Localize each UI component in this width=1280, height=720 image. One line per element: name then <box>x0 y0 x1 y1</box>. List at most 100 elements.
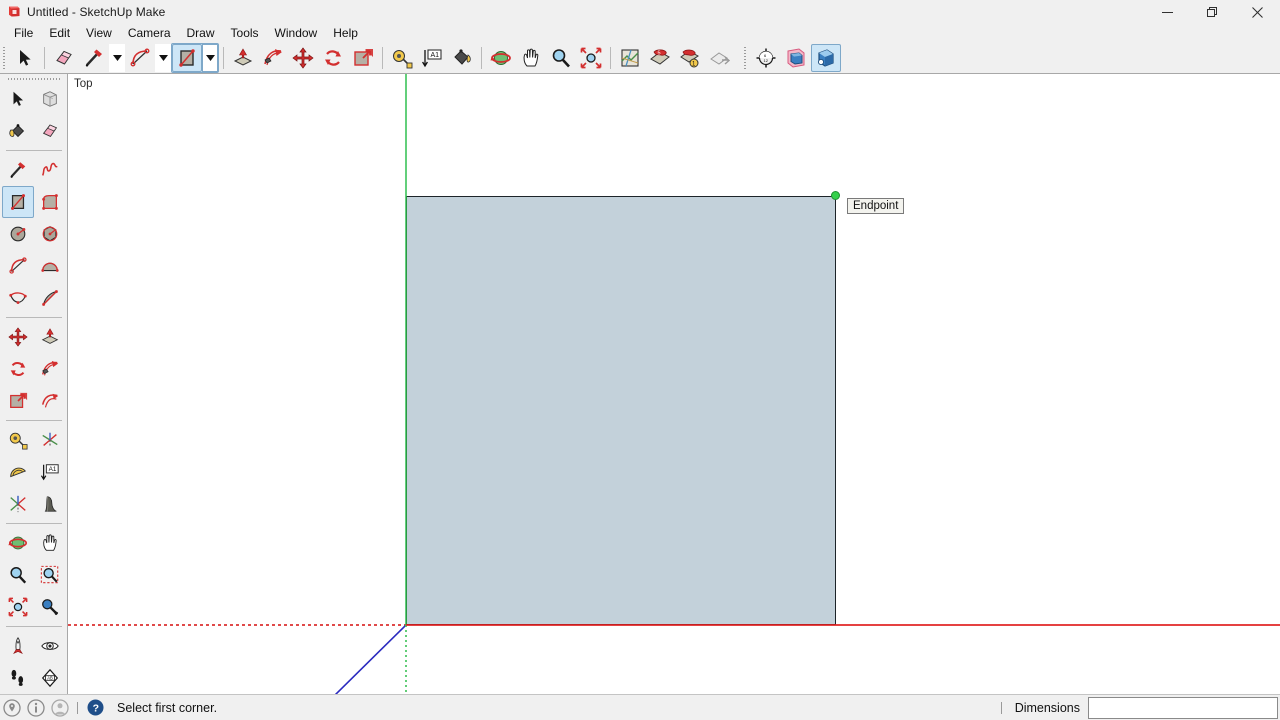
toolbar-zoom-extents-tool[interactable] <box>576 44 606 72</box>
toolbar-toggle-terrain-tool[interactable]: 1 <box>675 44 705 72</box>
left-pan-tool[interactable] <box>34 527 66 559</box>
toolbar-separator-2 <box>223 46 224 69</box>
left-freehand-tool[interactable] <box>34 154 66 186</box>
left-zoom-tool[interactable] <box>2 559 34 591</box>
left-toolbar-row <box>1 154 67 186</box>
toolbar-rotate-tool[interactable] <box>318 44 348 72</box>
left-position-camera-tool[interactable] <box>2 630 34 662</box>
toolbar-arc-tool[interactable] <box>125 44 155 72</box>
close-button[interactable] <box>1235 0 1280 24</box>
menu-edit[interactable]: Edit <box>41 24 78 42</box>
left-axes-tool[interactable] <box>34 424 66 456</box>
toolbar-extension-warehouse-tool[interactable] <box>811 43 841 72</box>
toolbar-line-tool[interactable] <box>79 44 109 72</box>
left-3d-text-tool[interactable] <box>34 488 66 520</box>
left-rotate-tool[interactable] <box>2 353 34 385</box>
left-three-point-arc-tool[interactable] <box>2 282 34 314</box>
left-dimension-tool[interactable]: A1 <box>34 456 66 488</box>
toolbar-drag-handle[interactable] <box>1 45 8 71</box>
left-paint-bucket-tool[interactable] <box>2 115 34 147</box>
toolbar-3d-warehouse-tool[interactable] <box>781 44 811 72</box>
modeling-canvas[interactable]: Top Endpoint <box>68 74 1280 694</box>
left-toolbar-row <box>1 186 67 218</box>
toolbar-separator-5 <box>610 46 611 69</box>
menu-window[interactable]: Window <box>267 24 326 42</box>
toolbar-share-model-tool[interactable] <box>705 44 735 72</box>
left-make-component-tool[interactable] <box>34 83 66 115</box>
toolbar-rectangle-group <box>171 42 219 73</box>
left-previous-view-tool[interactable] <box>34 591 66 623</box>
person-account-icon[interactable] <box>48 696 72 720</box>
left-rotated-rectangle-tool[interactable] <box>34 186 66 218</box>
toolbar-move-tool[interactable] <box>288 44 318 72</box>
left-toolbar-drag-handle[interactable] <box>6 76 62 83</box>
toolbar-pan-tool[interactable] <box>516 44 546 72</box>
menu-draw[interactable]: Draw <box>179 24 223 42</box>
toolbar-followme-tool[interactable] <box>258 44 288 72</box>
drawn-rectangle-face[interactable] <box>406 196 836 625</box>
help-question-icon[interactable]: ? <box>83 696 107 720</box>
status-divider <box>77 701 78 714</box>
left-walk-tool[interactable] <box>2 662 34 694</box>
toolbar-photo-texture-tool[interactable]: 5 <box>645 44 675 72</box>
left-circle-tool[interactable] <box>2 218 34 250</box>
left-pushpull-tool[interactable] <box>34 321 66 353</box>
toolbar-paint-bucket-tool[interactable] <box>447 44 477 72</box>
left-polygon-tool[interactable] <box>34 218 66 250</box>
toolbar-eraser-tool[interactable] <box>49 44 79 72</box>
menu-view[interactable]: View <box>78 24 120 42</box>
toolbar-add-location-tool[interactable] <box>615 44 645 72</box>
left-move-tool[interactable] <box>2 321 34 353</box>
svg-text:A1: A1 <box>48 466 56 473</box>
toolbar-orbit-tool[interactable] <box>486 44 516 72</box>
minimize-button[interactable] <box>1145 0 1190 24</box>
restore-button[interactable] <box>1190 0 1235 24</box>
left-tape-measure-tool[interactable] <box>2 424 34 456</box>
left-section-plane-tool[interactable]: AB <box>34 662 66 694</box>
window-title: Untitled - SketchUp Make <box>27 5 166 19</box>
toolbar-rectangle-tool[interactable] <box>172 43 202 72</box>
geo-location-icon[interactable] <box>0 696 24 720</box>
status-right-group: Dimensions <box>996 695 1280 720</box>
toolbar-pushpull-tool[interactable] <box>228 44 258 72</box>
left-line-tool[interactable] <box>2 154 34 186</box>
left-toolbar-row <box>1 630 67 662</box>
menu-file[interactable]: File <box>6 24 41 42</box>
left-zoom-extents-tool[interactable] <box>2 591 34 623</box>
toolbar-line-dropdown[interactable] <box>109 43 125 72</box>
menu-help[interactable]: Help <box>325 24 366 42</box>
left-toolbar-separator <box>5 523 62 524</box>
menu-camera[interactable]: Camera <box>120 24 179 42</box>
toolbar-arc-dropdown[interactable] <box>155 43 171 72</box>
toolbar-zoom-tool[interactable] <box>546 44 576 72</box>
left-toolbar-row <box>1 83 67 115</box>
left-rectangle-tool[interactable] <box>1 186 34 218</box>
left-toolbar-row: AB <box>1 662 67 694</box>
left-pie-tool[interactable] <box>34 282 66 314</box>
left-select-tool[interactable] <box>2 83 34 115</box>
menu-tools[interactable]: Tools <box>223 24 267 42</box>
left-zoom-window-tool[interactable] <box>34 559 66 591</box>
toolbar-dimension-tool[interactable]: A1 <box>417 44 447 72</box>
top-toolbar: A1 5 1 6 12 <box>0 42 1280 74</box>
toolbar-rectangle-dropdown[interactable] <box>202 43 218 72</box>
left-eraser-tool[interactable] <box>34 115 66 147</box>
left-text-tool[interactable] <box>2 488 34 520</box>
toolbar-shadow-settings-tool[interactable]: 6 12 <box>751 44 781 72</box>
left-orbit-tool[interactable] <box>2 527 34 559</box>
left-two-point-arc-tool[interactable] <box>34 250 66 282</box>
left-scale-tool[interactable] <box>2 385 34 417</box>
toolbar-drag-handle-2[interactable] <box>742 45 749 71</box>
toolbar-select-tool[interactable] <box>10 44 40 72</box>
left-offset-tool[interactable] <box>34 385 66 417</box>
left-arc-tool[interactable] <box>2 250 34 282</box>
left-protractor-tool[interactable] <box>2 456 34 488</box>
left-followme-tool[interactable] <box>34 353 66 385</box>
toolbar-scale-tool[interactable] <box>348 44 378 72</box>
dimensions-input[interactable] <box>1088 696 1278 719</box>
left-toolbar-row <box>1 321 67 353</box>
left-look-around-tool[interactable] <box>34 630 66 662</box>
menu-bar: File Edit View Camera Draw Tools Window … <box>0 24 1280 42</box>
toolbar-tape-measure-tool[interactable] <box>387 44 417 72</box>
info-icon[interactable] <box>24 696 48 720</box>
